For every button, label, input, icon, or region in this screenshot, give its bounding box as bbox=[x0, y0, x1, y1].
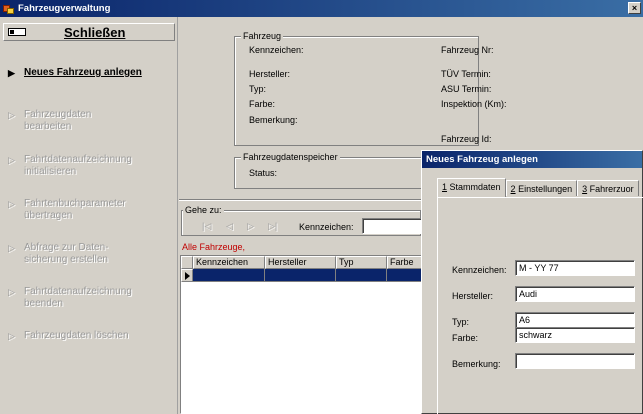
row-indicator-icon bbox=[181, 269, 193, 282]
next-record-icon[interactable]: ▷ bbox=[247, 221, 254, 232]
tab-label: Fahrerzuor bbox=[587, 184, 634, 194]
menu-item-fahrtdaten-beenden[interactable]: ▷ Fahrtdatenaufzeichnung beenden bbox=[8, 286, 176, 310]
menu-item-fahrtenbuchparameter[interactable]: ▷ Fahrtenbuchparameter übertragen bbox=[8, 198, 176, 222]
column-header-hersteller[interactable]: Hersteller bbox=[265, 256, 336, 269]
hersteller-label: Hersteller: bbox=[249, 69, 291, 79]
dialog-bemerkung-input[interactable] bbox=[515, 353, 635, 369]
column-header-farbe[interactable]: Farbe bbox=[387, 256, 425, 269]
menu-item-label: Fahrtenbuchparameter übertragen bbox=[24, 198, 126, 221]
divider bbox=[179, 199, 424, 201]
bemerkung-label: Bemerkung: bbox=[249, 115, 298, 125]
left-menu-panel: Schließen ▶ Neues Fahrzeug anlegen ▷ Fah… bbox=[0, 17, 178, 414]
tab-fahrerzuordnung[interactable]: 3 Fahrerzuor bbox=[577, 180, 639, 196]
menu-item-fahrtdaten-initialisieren[interactable]: ▷ Fahrtdatenaufzeichnung initialisieren bbox=[8, 154, 176, 178]
grid-caption: Alle Fahrzeuge, bbox=[182, 242, 246, 252]
neues-fahrzeug-dialog: Neues Fahrzeug anlegen 1 Stammdaten 2 Ei… bbox=[421, 150, 643, 414]
grid-corner bbox=[181, 256, 193, 269]
window-titlebar: Fahrzeugverwaltung × bbox=[0, 0, 643, 17]
arrow-right-icon: ▷ bbox=[8, 110, 15, 120]
table-cell[interactable] bbox=[387, 269, 425, 282]
table-row[interactable] bbox=[181, 269, 425, 282]
menu-item-label: Fahrtdatenaufzeichnung initialisieren bbox=[24, 154, 132, 177]
close-button-label: Schließen bbox=[64, 25, 126, 40]
close-window-button[interactable]: × bbox=[628, 2, 641, 14]
dialog-title: Neues Fahrzeug anlegen bbox=[422, 151, 642, 168]
previous-record-icon[interactable]: ◁ bbox=[226, 221, 233, 232]
asu-termin-label: ASU Termin: bbox=[441, 84, 492, 94]
close-button[interactable]: Schließen bbox=[3, 23, 175, 41]
tab-label: Stammdaten bbox=[447, 182, 501, 192]
arrow-right-icon: ▷ bbox=[8, 243, 15, 253]
table-cell[interactable] bbox=[265, 269, 336, 282]
menu-item-label: Abfrage zur Daten- sicherung erstellen bbox=[24, 242, 109, 265]
grid-header: Kennzeichen Hersteller Typ Farbe bbox=[181, 256, 425, 269]
first-record-icon[interactable]: |◁ bbox=[202, 221, 211, 232]
dialog-kennzeichen-label: Kennzeichen: bbox=[452, 265, 507, 275]
typ-label: Typ: bbox=[249, 84, 267, 94]
table-cell[interactable] bbox=[193, 269, 265, 282]
arrow-right-icon: ▷ bbox=[8, 331, 15, 341]
dialog-farbe-label: Farbe: bbox=[452, 333, 479, 343]
goto-kennzeichen-input[interactable] bbox=[362, 218, 424, 234]
column-header-typ[interactable]: Typ bbox=[336, 256, 387, 269]
tab-label: Einstellungen bbox=[515, 184, 573, 194]
goto-kennzeichen-label: Kennzeichen: bbox=[299, 222, 354, 232]
arrow-right-icon: ▷ bbox=[8, 155, 15, 165]
menu-item-fahrzeugdaten-bearbeiten[interactable]: ▷ Fahrzeugdaten bearbeiten bbox=[8, 109, 176, 133]
inspektion-label: Inspektion (Km): bbox=[441, 99, 507, 109]
column-header-kennzeichen[interactable]: Kennzeichen bbox=[193, 256, 265, 269]
dialog-bemerkung-label: Bemerkung: bbox=[452, 359, 501, 369]
menu-item-label: Neues Fahrzeug anlegen bbox=[24, 67, 142, 78]
window-title: Fahrzeugverwaltung bbox=[18, 3, 111, 14]
dialog-tabs: 1 Stammdaten 2 Einstellungen 3 Fahrerzuo… bbox=[437, 178, 639, 197]
arrow-right-icon: ▶ bbox=[8, 68, 15, 78]
menu-item-label: Fahrzeugdaten bearbeiten bbox=[24, 109, 92, 132]
goto-legend: Gehe zu: bbox=[183, 205, 224, 215]
dialog-farbe-input[interactable]: schwarz bbox=[515, 327, 635, 343]
fahrzeug-nr-label: Fahrzeug Nr: bbox=[441, 45, 494, 55]
fahrzeug-legend: Fahrzeug bbox=[241, 31, 284, 41]
status-label: Status: bbox=[249, 168, 278, 178]
tab-einstellungen[interactable]: 2 Einstellungen bbox=[505, 180, 578, 196]
stammdaten-panel bbox=[437, 197, 643, 414]
last-record-icon[interactable]: ▷| bbox=[268, 221, 277, 232]
tab-stammdaten[interactable]: 1 Stammdaten bbox=[437, 178, 506, 197]
dialog-typ-label: Typ: bbox=[452, 317, 470, 327]
menu-item-label: Fahrtdatenaufzeichnung beenden bbox=[24, 286, 132, 309]
kennzeichen-label: Kennzeichen: bbox=[249, 45, 304, 55]
app-icon bbox=[3, 3, 15, 15]
vehicle-grid[interactable]: Kennzeichen Hersteller Typ Farbe bbox=[180, 255, 425, 414]
menu-item-label: Fahrzeugdaten löschen bbox=[24, 330, 129, 341]
arrow-right-icon: ▷ bbox=[8, 199, 15, 209]
menu-item-neues-fahrzeug[interactable]: ▶ Neues Fahrzeug anlegen bbox=[8, 67, 176, 79]
dialog-hersteller-label: Hersteller: bbox=[452, 291, 494, 301]
back-icon bbox=[8, 28, 26, 36]
arrow-right-icon: ▷ bbox=[8, 287, 15, 297]
dialog-kennzeichen-input[interactable]: M - YY 77 bbox=[515, 260, 635, 276]
speicher-legend: Fahrzeugdatenspeicher bbox=[241, 152, 340, 162]
dialog-hersteller-input[interactable]: Audi bbox=[515, 286, 635, 302]
fahrzeug-id-label: Fahrzeug Id: bbox=[441, 134, 492, 144]
table-cell[interactable] bbox=[336, 269, 387, 282]
farbe-label: Farbe: bbox=[249, 99, 276, 109]
menu-item-fahrzeugdaten-loeschen[interactable]: ▷ Fahrzeugdaten löschen bbox=[8, 330, 176, 342]
dialog-typ-input[interactable]: A6 bbox=[515, 312, 635, 328]
tuev-termin-label: TÜV Termin: bbox=[441, 69, 491, 79]
menu-item-abfrage-datensicherung[interactable]: ▷ Abfrage zur Daten- sicherung erstellen bbox=[8, 242, 176, 266]
